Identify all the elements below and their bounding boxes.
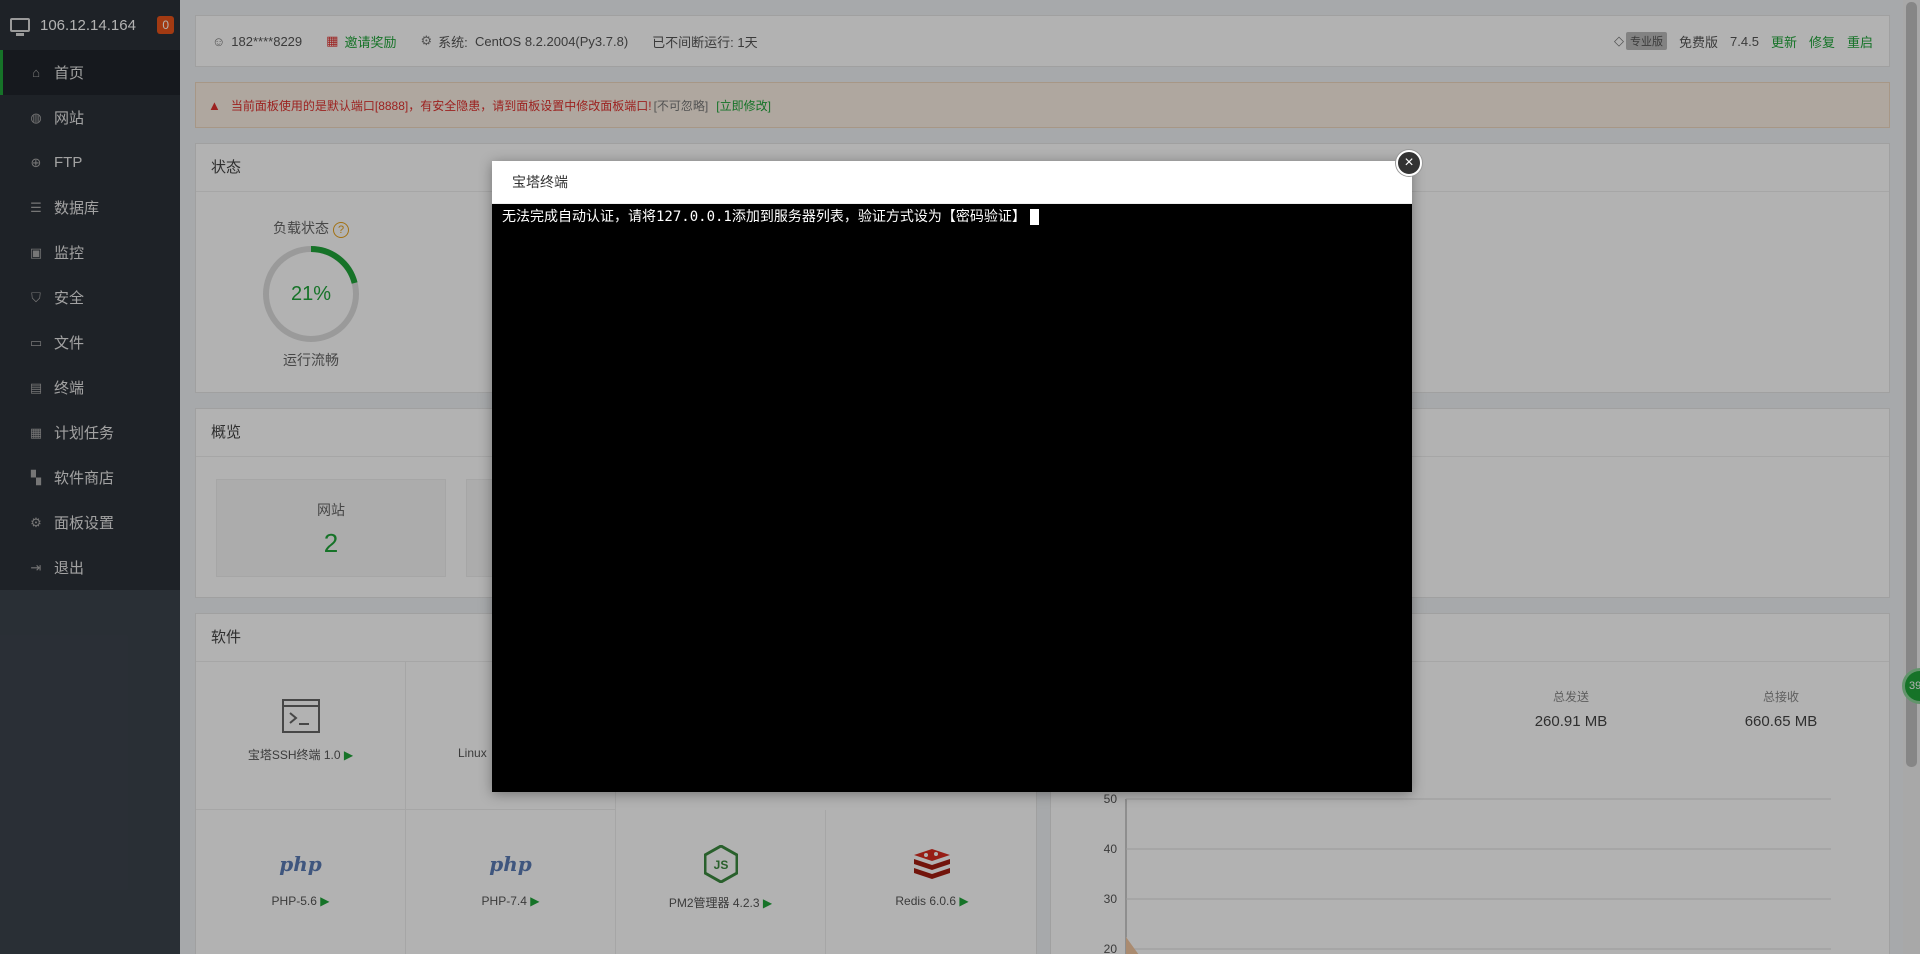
terminal-output: 无法完成自动认证，请将127.0.0.1添加到服务器列表，验证方式设为【密码验证…: [502, 209, 1026, 225]
terminal-cursor: [1029, 209, 1039, 225]
terminal-dialog: 宝塔终端 无法完成自动认证，请将127.0.0.1添加到服务器列表，验证方式设为…: [492, 161, 1412, 792]
close-icon[interactable]: ×: [1396, 150, 1422, 176]
dialog-title[interactable]: 宝塔终端: [492, 161, 1412, 204]
terminal-screen[interactable]: 无法完成自动认证，请将127.0.0.1添加到服务器列表，验证方式设为【密码验证…: [492, 204, 1412, 792]
